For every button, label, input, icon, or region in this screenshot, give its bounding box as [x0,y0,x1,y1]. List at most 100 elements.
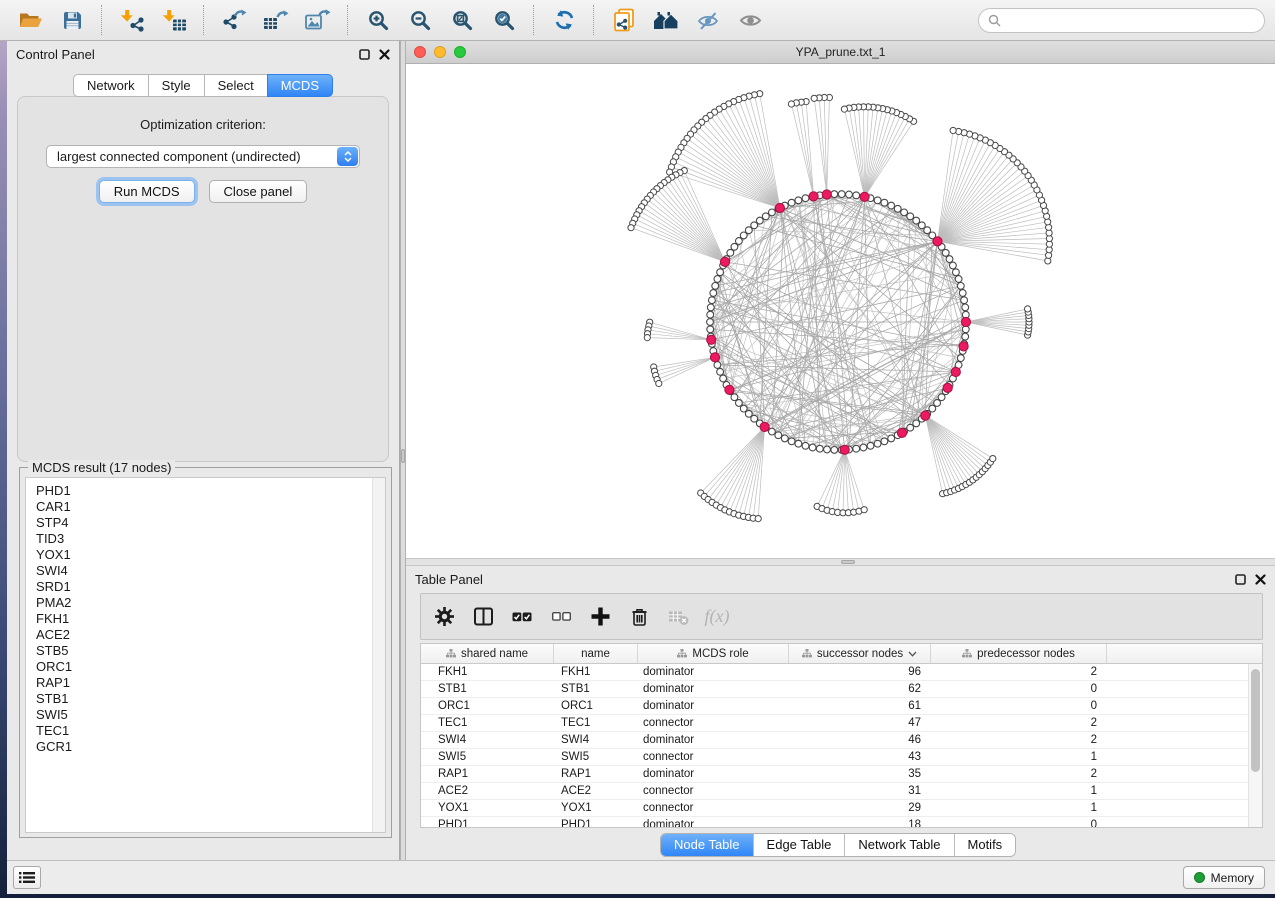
network-node[interactable] [831,191,838,198]
table-scrollbar-thumb[interactable] [1251,669,1260,772]
splitter-handle[interactable] [841,560,855,564]
network-node[interactable] [720,375,727,382]
tab-style[interactable]: Style [148,74,205,97]
network-window-titlebar[interactable]: YPA_prune.txt_1 [406,41,1275,64]
network-node[interactable] [853,445,860,452]
column-layout-button[interactable] [472,606,494,628]
network-node[interactable] [894,205,901,212]
leaf-node[interactable] [788,101,794,107]
network-node[interactable] [962,304,969,311]
network-node[interactable] [775,432,782,439]
network-node[interactable] [955,276,962,283]
table-row[interactable]: ORC1ORC1dominator610 [421,698,1262,715]
network-node[interactable] [853,192,860,199]
mcds-node[interactable] [720,257,729,266]
leaf-node[interactable] [755,516,761,522]
network-node[interactable] [946,256,953,263]
settings-gear-button[interactable] [433,606,455,628]
leaf-node[interactable] [841,106,847,112]
network-node[interactable] [788,438,795,445]
window-minimize-button[interactable] [434,46,446,58]
share-document-button[interactable] [604,3,644,37]
run-mcds-button[interactable]: Run MCDS [99,180,195,203]
select-all-button[interactable] [511,606,533,628]
leaf-node[interactable] [861,507,867,513]
table-row[interactable]: STB1STB1dominator620 [421,681,1262,698]
leaf-node[interactable] [1025,306,1031,312]
table-scrollbar-track[interactable] [1248,664,1262,827]
network-node[interactable] [795,197,802,204]
leaf-node[interactable] [644,335,650,341]
mcds-result-item[interactable]: GCR1 [26,739,385,755]
tab-node-table[interactable]: Node Table [661,834,754,856]
network-node[interactable] [707,319,714,326]
mcds-node[interactable] [809,192,818,201]
float-icon[interactable] [359,49,370,60]
network-node[interactable] [888,202,895,209]
tab-select[interactable]: Select [204,74,268,97]
mcds-result-item[interactable]: PMA2 [26,595,385,611]
zoom-fit-button[interactable] [442,3,482,37]
network-node[interactable] [736,238,743,245]
leaf-node[interactable] [811,95,817,101]
network-graph[interactable] [406,64,1275,558]
float-icon[interactable] [1235,574,1246,585]
network-node[interactable] [846,191,853,198]
export-table-button[interactable] [256,3,296,37]
table-row[interactable]: FKH1FKH1dominator962 [421,664,1262,681]
mcds-result-item[interactable]: PHD1 [26,483,385,499]
mcds-node[interactable] [959,342,968,351]
tab-network[interactable]: Network [73,74,149,97]
mcds-node[interactable] [822,190,831,199]
zoom-selected-button[interactable] [484,3,524,37]
mcds-result-item[interactable]: STP4 [26,515,385,531]
mcds-result-item[interactable]: FKH1 [26,611,385,627]
network-node[interactable] [809,444,816,451]
network-node[interactable] [907,213,914,220]
close-icon[interactable] [1255,574,1266,585]
mcds-result-item[interactable]: YOX1 [26,547,385,563]
export-network-button[interactable] [214,3,254,37]
network-node[interactable] [769,428,776,435]
network-node[interactable] [714,276,721,283]
scrollbar-track[interactable] [372,478,385,832]
mcds-node[interactable] [921,411,930,420]
network-node[interactable] [769,209,776,216]
mcds-node[interactable] [961,317,970,326]
add-column-button[interactable] [589,606,611,628]
network-node[interactable] [831,447,838,454]
network-node[interactable] [727,249,734,256]
delete-table-button[interactable] [667,606,689,628]
table-row[interactable]: RAP1RAP1dominator352 [421,766,1262,783]
network-node[interactable] [881,199,888,206]
network-node[interactable] [707,311,714,318]
network-node[interactable] [929,405,936,412]
table-row[interactable]: YOX1YOX1connector291 [421,800,1262,817]
delete-column-button[interactable] [628,606,650,628]
network-node[interactable] [740,232,747,239]
save-button[interactable] [52,3,92,37]
network-node[interactable] [901,209,908,216]
network-node[interactable] [736,400,743,407]
network-node[interactable] [918,222,925,229]
column-header-successor-nodes[interactable]: successor nodes [789,644,931,663]
table-row[interactable]: TEC1TEC1connector472 [421,715,1262,732]
network-node[interactable] [709,297,716,304]
network-node[interactable] [838,191,845,198]
network-node[interactable] [957,283,964,290]
mcds-result-item[interactable]: STB1 [26,691,385,707]
mcds-node[interactable] [943,383,952,392]
network-node[interactable] [874,197,881,204]
network-node[interactable] [824,446,831,453]
window-zoom-button[interactable] [454,46,466,58]
network-node[interactable] [756,217,763,224]
network-node[interactable] [707,326,714,333]
network-node[interactable] [712,283,719,290]
mcds-result-item[interactable]: RAP1 [26,675,385,691]
table-row[interactable]: SWI4SWI4dominator462 [421,732,1262,749]
mcds-node[interactable] [760,422,769,431]
network-node[interactable] [788,199,795,206]
function-builder-button[interactable]: f(x) [706,606,728,628]
network-node[interactable] [942,249,949,256]
network-node[interactable] [816,445,823,452]
